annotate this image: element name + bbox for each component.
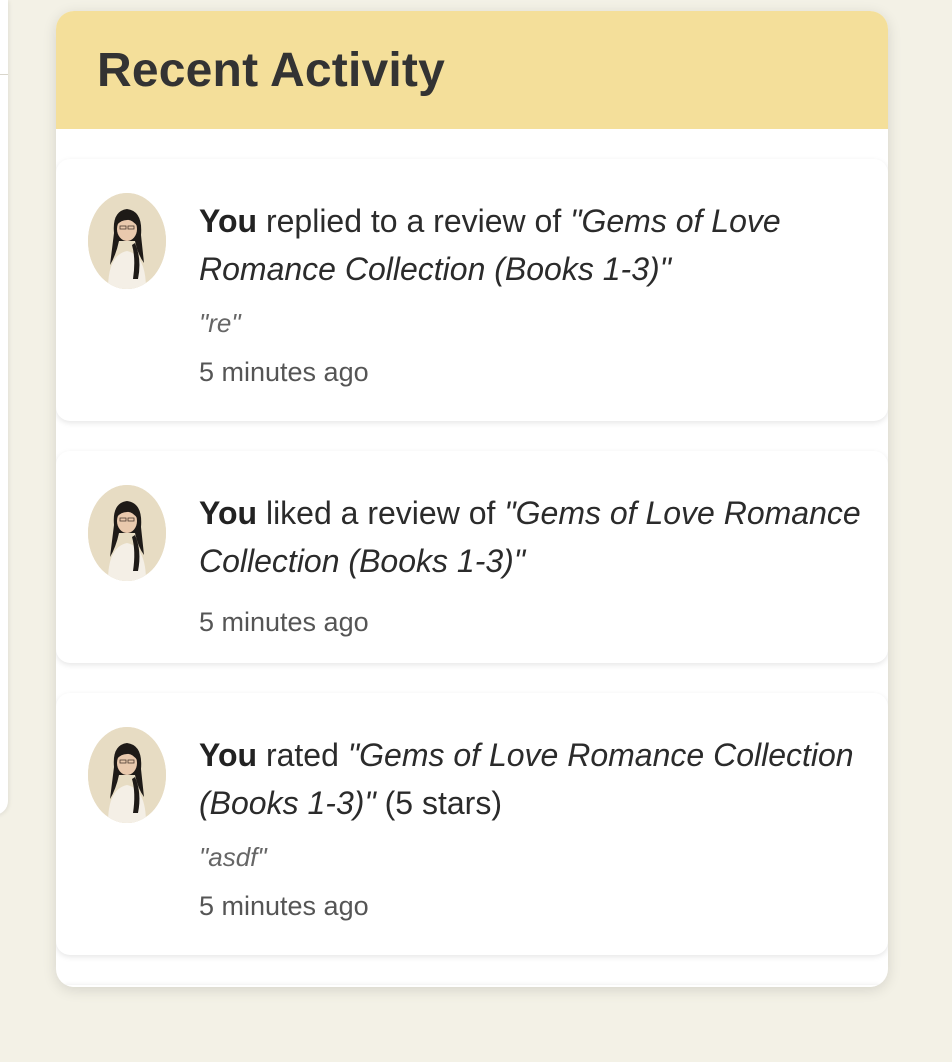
activity-actor[interactable]: You: [199, 495, 257, 531]
user-avatar[interactable]: [88, 193, 166, 289]
recent-activity-card: Recent Activity You replied to a review …: [56, 11, 888, 987]
activity-content: You liked a review of "Gems of Love Roma…: [199, 489, 869, 639]
recent-activity-header: Recent Activity: [56, 11, 888, 129]
activity-action: liked a review of: [257, 495, 505, 531]
avatar-photo-icon: [88, 485, 166, 581]
activity-action: rated: [257, 737, 348, 773]
activity-description: You replied to a review of "Gems of Love…: [199, 197, 869, 293]
activity-item-partial: [56, 985, 888, 987]
activity-content: You rated "Gems of Love Romance Collecti…: [199, 731, 869, 923]
recent-activity-title: Recent Activity: [97, 43, 445, 97]
activity-rating: (5 stars): [375, 785, 502, 821]
activity-description: You rated "Gems of Love Romance Collecti…: [199, 731, 869, 827]
activity-item[interactable]: You replied to a review of "Gems of Love…: [56, 159, 888, 421]
activity-timestamp: 5 minutes ago: [199, 607, 369, 637]
activity-content: You replied to a review of "Gems of Love…: [199, 197, 869, 389]
activity-quote: "re": [199, 308, 241, 338]
activity-timestamp: 5 minutes ago: [199, 891, 369, 921]
side-panel: [0, 0, 8, 815]
side-panel-divider: [0, 74, 8, 75]
activity-timestamp: 5 minutes ago: [199, 357, 369, 387]
activity-item[interactable]: You rated "Gems of Love Romance Collecti…: [56, 693, 888, 955]
activity-actor[interactable]: You: [199, 203, 257, 239]
avatar-photo-icon: [88, 193, 166, 289]
avatar-photo-icon: [88, 727, 166, 823]
user-avatar[interactable]: [88, 485, 166, 581]
activity-actor[interactable]: You: [199, 737, 257, 773]
activity-description: You liked a review of "Gems of Love Roma…: [199, 489, 869, 585]
user-avatar[interactable]: [88, 727, 166, 823]
activity-quote: "asdf": [199, 842, 267, 872]
activity-action: replied to a review of: [257, 203, 571, 239]
activity-item[interactable]: You liked a review of "Gems of Love Roma…: [56, 451, 888, 663]
